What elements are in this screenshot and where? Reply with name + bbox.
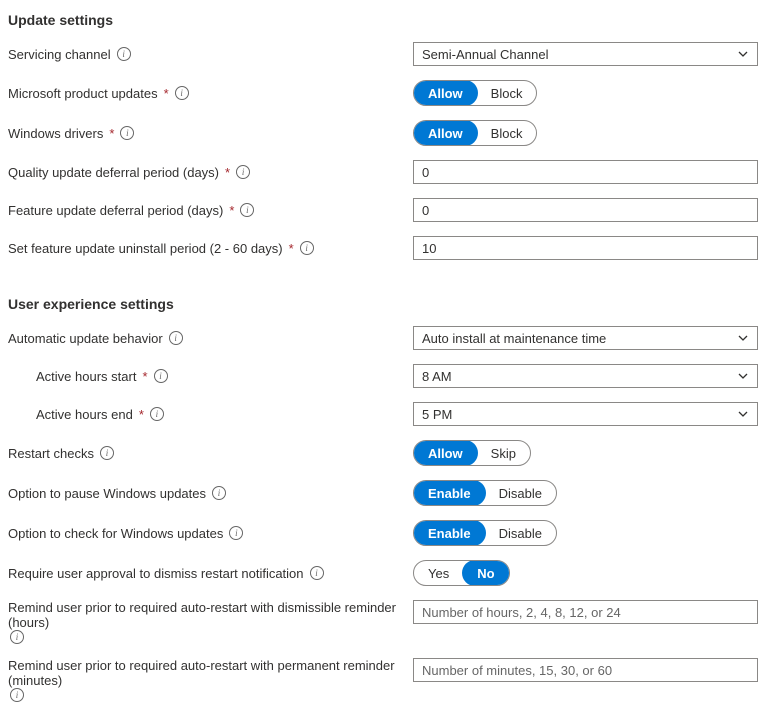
required-mark: * [229,203,234,218]
chevron-down-icon [737,370,749,382]
required-mark: * [109,126,114,141]
quality-deferral-label: Quality update deferral period (days) [8,165,219,180]
info-icon[interactable]: i [310,566,324,580]
check-updates-label: Option to check for Windows updates [8,526,223,541]
approve-dismiss-toggle[interactable]: Yes No [413,560,510,586]
active-end-label: Active hours end [36,407,133,422]
section-user-experience: User experience settings [8,296,775,312]
toggle-option-yes[interactable]: Yes [414,561,463,585]
servicing-channel-label: Servicing channel [8,47,111,62]
active-end-value: 5 PM [422,407,452,422]
auto-update-value: Auto install at maintenance time [422,331,606,346]
feature-deferral-label: Feature update deferral period (days) [8,203,223,218]
uninstall-period-label: Set feature update uninstall period (2 -… [8,241,283,256]
toggle-option-allow[interactable]: Allow [413,80,478,106]
remind-permanent-label: Remind user prior to required auto-resta… [8,658,399,688]
toggle-option-skip[interactable]: Skip [477,441,530,465]
toggle-option-enable[interactable]: Enable [413,480,486,506]
required-mark: * [139,407,144,422]
servicing-channel-value: Semi-Annual Channel [422,47,548,62]
check-updates-toggle[interactable]: Enable Disable [413,520,557,546]
toggle-option-allow[interactable]: Allow [413,440,478,466]
active-start-select[interactable]: 8 AM [413,364,758,388]
chevron-down-icon [737,408,749,420]
toggle-option-no[interactable]: No [462,560,509,586]
uninstall-period-input[interactable]: 10 [413,236,758,260]
info-icon[interactable]: i [10,688,24,702]
uninstall-period-value: 10 [422,241,436,256]
required-mark: * [289,241,294,256]
required-mark: * [164,86,169,101]
info-icon[interactable]: i [169,331,183,345]
feature-deferral-input[interactable]: 0 [413,198,758,222]
info-icon[interactable]: i [154,369,168,383]
product-updates-label: Microsoft product updates [8,86,158,101]
info-icon[interactable]: i [120,126,134,140]
auto-update-label: Automatic update behavior [8,331,163,346]
chevron-down-icon [737,332,749,344]
remind-permanent-input[interactable]: Number of minutes, 15, 30, or 60 [413,658,758,682]
remind-dismissible-label: Remind user prior to required auto-resta… [8,600,399,630]
toggle-option-block[interactable]: Block [477,121,537,145]
approve-dismiss-label: Require user approval to dismiss restart… [8,566,304,581]
active-start-label: Active hours start [36,369,136,384]
info-icon[interactable]: i [175,86,189,100]
servicing-channel-select[interactable]: Semi-Annual Channel [413,42,758,66]
info-icon[interactable]: i [150,407,164,421]
toggle-option-disable[interactable]: Disable [485,481,556,505]
info-icon[interactable]: i [117,47,131,61]
info-icon[interactable]: i [10,630,24,644]
info-icon[interactable]: i [300,241,314,255]
auto-update-select[interactable]: Auto install at maintenance time [413,326,758,350]
section-update-settings: Update settings [8,12,775,28]
windows-drivers-label: Windows drivers [8,126,103,141]
toggle-option-block[interactable]: Block [477,81,537,105]
toggle-option-enable[interactable]: Enable [413,520,486,546]
chevron-down-icon [737,48,749,60]
required-mark: * [142,369,147,384]
quality-deferral-input[interactable]: 0 [413,160,758,184]
toggle-option-allow[interactable]: Allow [413,120,478,146]
quality-deferral-value: 0 [422,165,429,180]
restart-checks-toggle[interactable]: Allow Skip [413,440,531,466]
required-mark: * [225,165,230,180]
pause-updates-label: Option to pause Windows updates [8,486,206,501]
info-icon[interactable]: i [100,446,114,460]
pause-updates-toggle[interactable]: Enable Disable [413,480,557,506]
remind-dismissible-input[interactable]: Number of hours, 2, 4, 8, 12, or 24 [413,600,758,624]
toggle-option-disable[interactable]: Disable [485,521,556,545]
info-icon[interactable]: i [240,203,254,217]
restart-checks-label: Restart checks [8,446,94,461]
info-icon[interactable]: i [236,165,250,179]
remind-dismissible-placeholder: Number of hours, 2, 4, 8, 12, or 24 [422,605,621,620]
feature-deferral-value: 0 [422,203,429,218]
info-icon[interactable]: i [229,526,243,540]
product-updates-toggle[interactable]: Allow Block [413,80,537,106]
windows-drivers-toggle[interactable]: Allow Block [413,120,537,146]
remind-permanent-placeholder: Number of minutes, 15, 30, or 60 [422,663,612,678]
active-start-value: 8 AM [422,369,452,384]
active-end-select[interactable]: 5 PM [413,402,758,426]
info-icon[interactable]: i [212,486,226,500]
